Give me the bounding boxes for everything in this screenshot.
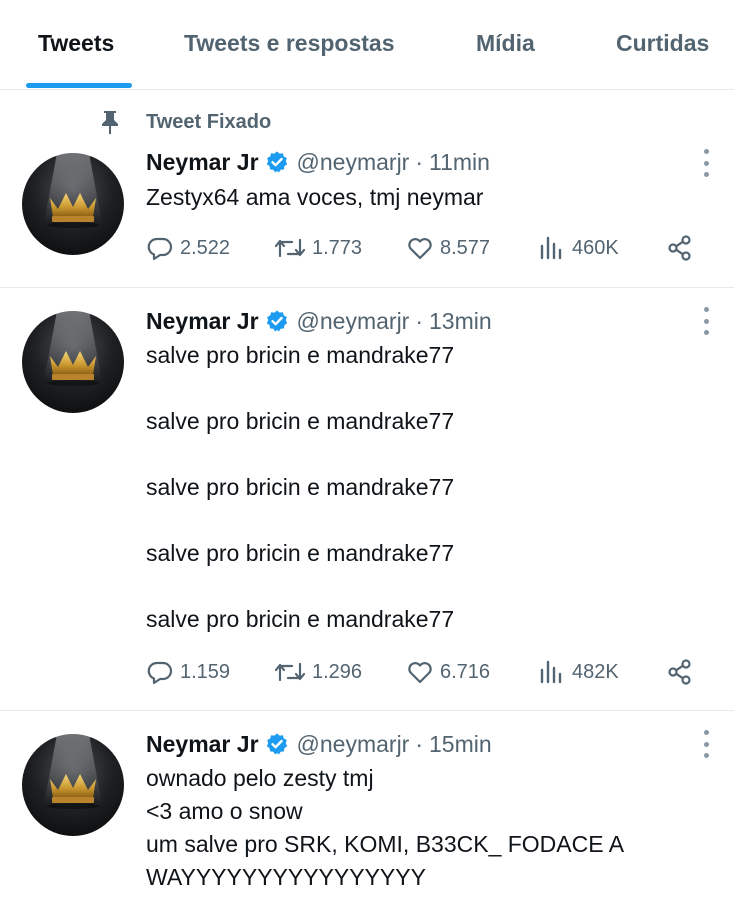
like-count: 6.716 xyxy=(440,660,491,683)
retweet-button[interactable]: 1.773 xyxy=(274,231,362,265)
retweet-count: 1.773 xyxy=(312,236,363,259)
reply-button[interactable]: 2.522 xyxy=(146,231,230,265)
reply-count: 2.522 xyxy=(180,236,231,259)
pinned-indicator: Tweet Fixado xyxy=(0,91,734,134)
avatar[interactable] xyxy=(22,153,124,255)
pinned-label: Tweet Fixado xyxy=(146,111,272,133)
verified-badge-icon xyxy=(266,733,287,755)
tweet-text: salve pro bricin e mandrake77 salve pro … xyxy=(146,342,455,632)
retweet-count: 1.296 xyxy=(312,660,363,683)
tweet-header: Neymar Jr @neymarjr · 15min xyxy=(146,729,492,759)
view-count: 460K xyxy=(572,236,619,259)
tweet-time[interactable]: 13min xyxy=(429,308,492,335)
author-name[interactable]: Neymar Jr xyxy=(146,308,259,335)
tweet-card[interactable]: Tweet Fixado Neymar Jr @neymarjr · 11min… xyxy=(0,91,734,288)
share-button[interactable] xyxy=(666,231,694,265)
author-name[interactable]: Neymar Jr xyxy=(146,731,259,758)
avatar[interactable] xyxy=(22,734,124,836)
views-chart-icon xyxy=(540,660,562,684)
avatar[interactable] xyxy=(22,311,124,413)
tab-tweets-e-respostas[interactable]: Tweets e respostas xyxy=(184,30,395,57)
like-button[interactable]: 6.716 xyxy=(406,655,490,689)
verified-badge-icon xyxy=(266,151,287,173)
pin-icon xyxy=(102,111,118,134)
reply-button[interactable]: 1.159 xyxy=(146,655,230,689)
tweet-header: Neymar Jr @neymarjr · 13min xyxy=(146,306,492,336)
tweet-actions: 1.159 1.296 6.716 482K xyxy=(146,655,706,689)
active-tab-indicator xyxy=(26,83,132,88)
tweet-card[interactable]: Neymar Jr @neymarjr · 13min salve pro br… xyxy=(0,289,734,711)
tweet-time[interactable]: 11min xyxy=(429,149,490,176)
author-name[interactable]: Neymar Jr xyxy=(146,149,259,176)
like-count: 8.577 xyxy=(440,236,491,259)
reply-icon xyxy=(147,237,173,261)
views-button[interactable]: 460K xyxy=(538,231,619,265)
tweet-header: Neymar Jr @neymarjr · 11min xyxy=(146,147,490,177)
tweet-actions: 2.522 1.773 8.577 460K xyxy=(146,231,706,265)
view-count: 482K xyxy=(572,660,619,683)
profile-tabs: Tweets Tweets e respostas Mídia Curtidas xyxy=(0,0,734,90)
tweet-text: Zestyx64 ama voces, tmj neymar xyxy=(146,184,484,210)
views-chart-icon xyxy=(540,236,562,260)
views-button[interactable]: 482K xyxy=(538,655,619,689)
author-handle[interactable]: @neymarjr xyxy=(297,149,410,176)
retweet-icon xyxy=(274,238,306,258)
verified-badge-icon xyxy=(266,310,287,332)
share-icon xyxy=(668,659,691,685)
retweet-button[interactable]: 1.296 xyxy=(274,655,362,689)
more-options-icon[interactable] xyxy=(694,307,718,335)
tab-curtidas[interactable]: Curtidas xyxy=(616,30,709,57)
tab-midia[interactable]: Mídia xyxy=(476,30,535,57)
separator-dot: · xyxy=(415,148,424,175)
more-options-icon[interactable] xyxy=(694,149,718,177)
like-button[interactable]: 8.577 xyxy=(406,231,490,265)
reply-count: 1.159 xyxy=(180,660,231,683)
more-options-icon[interactable] xyxy=(694,730,718,758)
tweet-time[interactable]: 15min xyxy=(429,731,492,758)
heart-icon xyxy=(408,238,432,260)
retweet-icon xyxy=(274,662,306,682)
reply-icon xyxy=(147,661,173,685)
separator-dot: · xyxy=(415,730,424,757)
share-icon xyxy=(668,235,691,261)
author-handle[interactable]: @neymarjr xyxy=(297,731,410,758)
author-handle[interactable]: @neymarjr xyxy=(297,308,410,335)
tab-tweets[interactable]: Tweets xyxy=(38,30,114,57)
separator-dot: · xyxy=(415,307,424,334)
tweet-text: ownado pelo zesty tmj <3 amo o snow um s… xyxy=(146,765,625,890)
heart-icon xyxy=(408,662,432,684)
share-button[interactable] xyxy=(666,655,694,689)
tweet-card[interactable]: Neymar Jr @neymarjr · 15min ownado pelo … xyxy=(0,712,734,902)
